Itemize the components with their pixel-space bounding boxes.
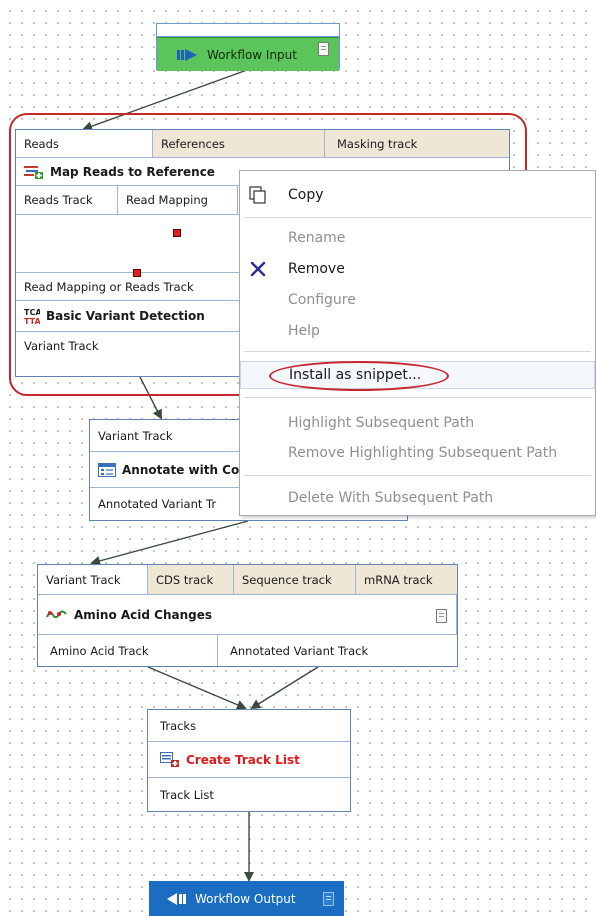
document-icon	[436, 609, 447, 623]
remove-x-icon	[248, 259, 268, 279]
tracklist-output-row: Track List	[148, 778, 350, 811]
amino-title-row: Amino Acid Changes	[38, 595, 457, 635]
tracklist-title-row: Create Track List	[148, 742, 350, 778]
context-menu: Copy Rename Remove Configure Help Instal…	[239, 170, 596, 516]
amino-title-cell[interactable]: Amino Acid Changes	[38, 595, 457, 634]
input-port-cds-track[interactable]: CDS track	[148, 565, 234, 594]
menu-item-rename-label: Rename	[288, 230, 346, 246]
menu-item-remove-highlighting[interactable]: Remove Highlighting Subsequent Path	[240, 439, 595, 467]
menu-item-configure-label: Configure	[288, 292, 356, 308]
edge-annotate-to-amino	[90, 520, 249, 566]
menu-separator	[244, 475, 591, 476]
menu-item-rename[interactable]: Rename	[240, 224, 595, 252]
tracklist-title-cell[interactable]: Create Track List	[148, 742, 350, 777]
copy-icon	[248, 185, 268, 205]
output-port-annotated-variant-track[interactable]: Annotated Variant Track	[218, 635, 457, 666]
amino-outputs-row: Amino Acid Track Annotated Variant Track	[38, 635, 457, 666]
document-icon	[318, 42, 329, 56]
menu-separator	[244, 397, 591, 398]
menu-item-remove-highlighting-label: Remove Highlighting Subsequent Path	[288, 445, 558, 461]
menu-separator	[244, 217, 591, 218]
menu-item-copy-label: Copy	[288, 187, 324, 203]
edge-amino-right-to-tracks	[250, 666, 319, 710]
menu-item-remove-label: Remove	[288, 261, 345, 277]
workflow-input-body[interactable]: Workflow Input	[157, 37, 339, 71]
track-list-icon	[160, 751, 180, 768]
menu-item-delete-label: Delete With Subsequent Path	[288, 490, 494, 506]
output-port-amino-acid-track[interactable]: Amino Acid Track	[38, 635, 218, 666]
workflow-input-icon	[177, 48, 199, 62]
install-snippet-highlight-ring	[269, 361, 449, 391]
workflow-output-label: Workflow Output	[195, 891, 296, 906]
workflow-input-port	[157, 24, 339, 37]
workflow-output-icon	[167, 892, 187, 905]
input-port-sequence-track[interactable]: Sequence track	[234, 565, 356, 594]
amino-inputs-row: Variant Track CDS track Sequence track m…	[38, 565, 457, 595]
menu-item-highlight-subsequent-path[interactable]: Highlight Subsequent Path	[240, 409, 595, 437]
menu-item-highlight-label: Highlight Subsequent Path	[288, 415, 475, 431]
workflow-output-node[interactable]: Workflow Output	[149, 881, 344, 916]
menu-separator	[244, 351, 591, 352]
tracklist-title: Create Track List	[186, 752, 300, 767]
menu-item-copy[interactable]: Copy	[240, 181, 595, 209]
amino-title: Amino Acid Changes	[74, 607, 213, 622]
input-port-variant-track[interactable]: Variant Track	[38, 565, 148, 594]
workflow-input-node[interactable]: Workflow Input	[156, 23, 340, 71]
create-track-list-node[interactable]: Tracks Create Track List Track List	[147, 709, 351, 812]
edge-amino-left-to-tracks	[147, 666, 247, 710]
annotate-title: Annotate with Co	[122, 462, 240, 477]
menu-item-delete-with-subsequent-path[interactable]: Delete With Subsequent Path	[240, 484, 595, 512]
input-port-mrna-track[interactable]: mRNA track	[356, 565, 457, 594]
amino-acid-changes-node[interactable]: Variant Track CDS track Sequence track m…	[37, 564, 458, 667]
workflow-input-label: Workflow Input	[207, 47, 297, 62]
input-port-tracks[interactable]: Tracks	[148, 710, 350, 741]
document-icon	[323, 892, 334, 906]
menu-item-remove[interactable]: Remove	[240, 255, 595, 283]
annotate-table-icon	[98, 462, 116, 477]
tracklist-input-row: Tracks	[148, 710, 350, 742]
output-port-track-list[interactable]: Track List	[148, 778, 350, 811]
menu-item-configure[interactable]: Configure	[240, 286, 595, 314]
menu-item-help[interactable]: Help	[240, 317, 595, 345]
amino-acid-icon	[46, 609, 68, 621]
menu-item-help-label: Help	[288, 323, 320, 339]
